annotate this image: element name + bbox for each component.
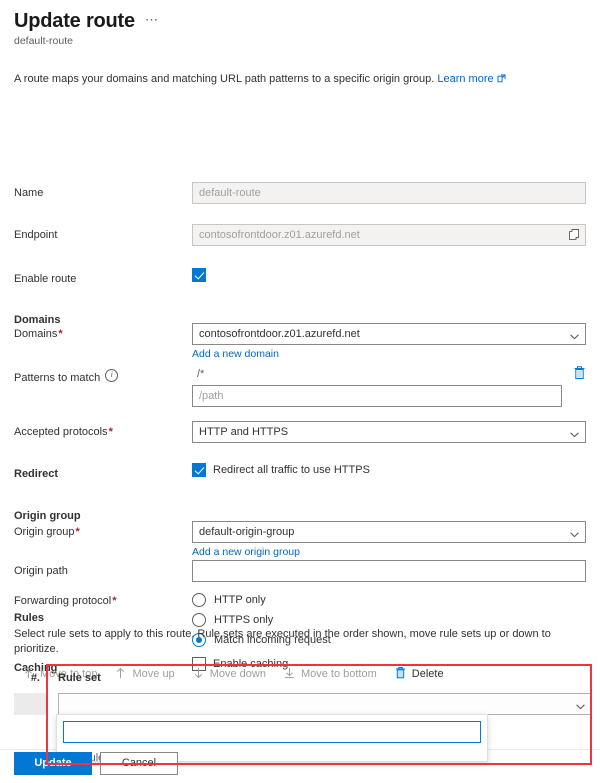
update-button[interactable]: Update — [14, 752, 92, 775]
title-row: Update route ⋯ — [14, 9, 586, 33]
patterns-label: Patterns to match — [14, 365, 192, 385]
intro-description: A route maps your domains and matching U… — [14, 72, 586, 87]
field-row-origin-path: Origin path — [0, 560, 600, 582]
table-row — [14, 693, 592, 715]
rules-description: Select rule sets to apply to this route.… — [14, 628, 551, 655]
forwarding-protocol-required-marker: * — [112, 595, 117, 607]
domains-field-wrap: contosofrontdoor.z01.azurefd.net Add a n… — [192, 323, 586, 360]
trash-icon[interactable] — [573, 365, 586, 380]
rules-heading: Rules — [14, 612, 44, 624]
pattern-new-input[interactable] — [192, 385, 562, 407]
forwarding-protocol-label-text: Forwarding protocol — [14, 595, 112, 607]
accepted-protocols-label-text: Accepted protocols — [14, 426, 108, 438]
info-icon[interactable] — [105, 369, 119, 382]
redirect-label: Redirect — [14, 468, 59, 480]
enable-route-label: Enable route — [14, 273, 77, 285]
copy-icon[interactable] — [568, 228, 581, 241]
origin-path-input[interactable] — [192, 560, 586, 582]
chevron-down-icon — [570, 429, 579, 438]
endpoint-field-wrap — [192, 224, 586, 246]
column-header-number: #. — [30, 672, 40, 684]
field-row-redirect: Redirect Redirect all traffic to use HTT… — [0, 463, 600, 481]
endpoint-label: Endpoint — [14, 229, 58, 241]
field-row-accepted-protocols: Accepted protocols* HTTP and HTTPS — [0, 421, 600, 443]
chevron-down-icon — [570, 331, 579, 340]
page-subtitle: default-route — [14, 35, 73, 47]
redirect-field-wrap: Redirect all traffic to use HTTPS — [192, 463, 586, 477]
endpoint-input — [192, 224, 586, 246]
origin-group-select[interactable]: default-origin-group — [192, 521, 586, 543]
enable-route-checkbox[interactable] — [192, 268, 206, 282]
field-row-endpoint: Endpoint — [0, 224, 600, 246]
forwarding-protocol-label: Forwarding protocol* — [14, 590, 192, 608]
domains-required-marker: * — [58, 328, 63, 340]
origin-path-field-wrap — [192, 560, 586, 582]
redirect-checkbox-label: Redirect all traffic to use HTTPS — [213, 464, 370, 476]
footer-actions: Update Cancel — [14, 752, 178, 775]
origin-group-label-text: Origin group — [14, 526, 75, 538]
domains-select-value: contosofrontdoor.z01.azurefd.net — [199, 328, 360, 340]
field-row-name: Name — [0, 182, 600, 204]
field-row-patterns: Patterns to match /* — [0, 365, 600, 407]
rules-table: #. Rule set — [14, 668, 592, 715]
origin-group-label: Origin group* — [14, 521, 192, 539]
radio-button[interactable] — [192, 593, 206, 607]
redirect-checkbox[interactable] — [192, 463, 206, 477]
add-new-origin-group-link[interactable]: Add a new origin group — [192, 546, 586, 558]
origin-group-required-marker: * — [75, 526, 80, 538]
add-new-domain-link[interactable]: Add a new domain — [192, 348, 586, 360]
domains-label-text: Domains — [14, 328, 58, 340]
rule-set-select[interactable] — [58, 693, 592, 715]
more-options-button[interactable]: ⋯ — [145, 13, 159, 27]
external-link-icon — [497, 73, 506, 83]
domains-select[interactable]: contosofrontdoor.z01.azurefd.net — [192, 323, 586, 345]
field-row-enable-route: Enable route — [0, 268, 600, 286]
name-label: Name — [14, 187, 44, 199]
patterns-field-wrap: /* — [192, 365, 586, 407]
cancel-button[interactable]: Cancel — [100, 752, 178, 775]
origin-group-select-value: default-origin-group — [199, 526, 295, 538]
accepted-protocols-field-wrap: HTTP and HTTPS — [192, 421, 586, 443]
intro-text: A route maps your domains and matching U… — [14, 73, 435, 85]
chevron-down-icon — [570, 529, 579, 538]
pattern-existing-value: /* — [197, 368, 205, 380]
origin-group-field-wrap: default-origin-group Add a new origin gr… — [192, 521, 586, 558]
field-row-domains: Domains* contosofrontdoor.z01.azurefd.ne… — [0, 323, 600, 360]
accepted-protocols-label: Accepted protocols* — [14, 421, 192, 439]
page-header: Update route ⋯ default-route — [0, 0, 600, 47]
rule-set-search-input[interactable] — [63, 721, 481, 743]
row-rule-set-cell — [48, 693, 592, 715]
accepted-protocols-select-value: HTTP and HTTPS — [199, 426, 289, 438]
domains-label: Domains* — [14, 323, 192, 341]
patterns-label-text: Patterns to match — [14, 372, 101, 384]
learn-more-link[interactable]: Learn more — [437, 73, 493, 85]
accepted-protocols-required-marker: * — [108, 426, 113, 438]
chevron-down-icon — [576, 701, 585, 710]
name-input — [192, 182, 586, 204]
field-row-origin-group: Origin group* default-origin-group Add a… — [0, 521, 600, 558]
rules-table-header: #. Rule set — [14, 668, 592, 688]
accepted-protocols-select[interactable]: HTTP and HTTPS — [192, 421, 586, 443]
redirect-checkbox-row[interactable]: Redirect all traffic to use HTTPS — [192, 463, 586, 477]
row-number-cell — [14, 693, 48, 715]
flyout-search-wrap — [57, 715, 487, 747]
origin-path-label: Origin path — [14, 565, 68, 577]
radio-label: HTTP only — [214, 594, 266, 606]
column-header-rule-set: Rule set — [58, 672, 101, 684]
radio-http-only[interactable]: HTTP only — [192, 590, 586, 610]
page-title: Update route — [14, 10, 135, 32]
name-field-wrap — [192, 182, 586, 204]
enable-route-field-wrap — [192, 268, 586, 282]
